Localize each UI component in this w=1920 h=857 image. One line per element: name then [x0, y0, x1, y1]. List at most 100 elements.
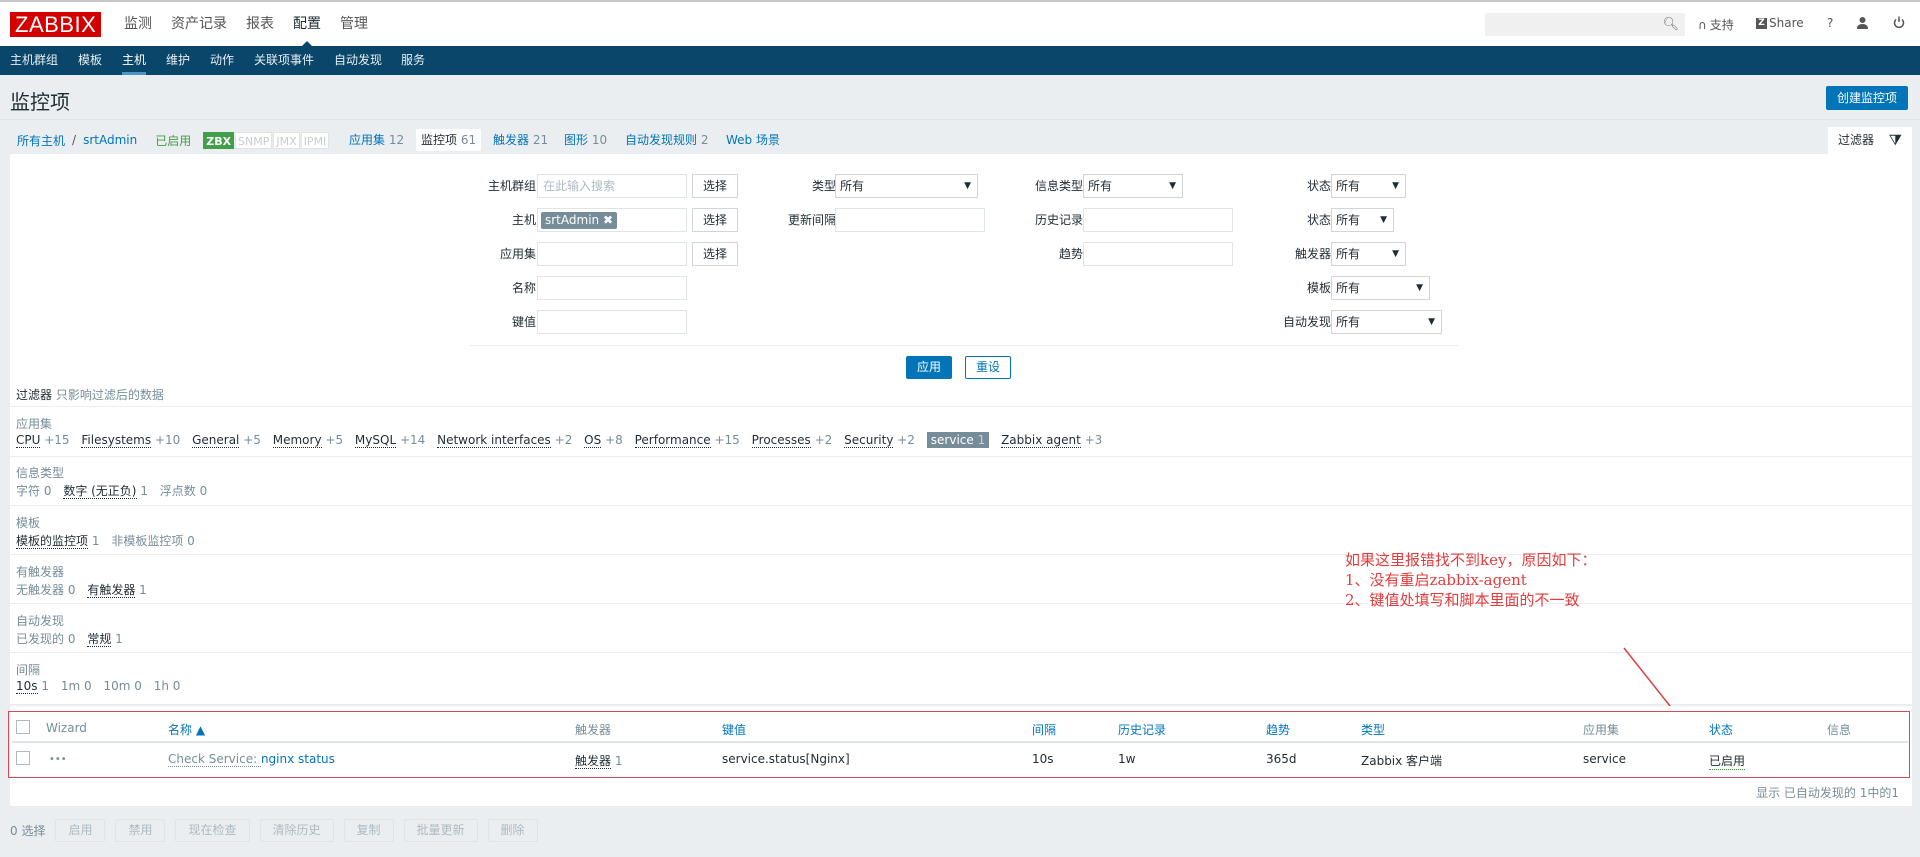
type-select[interactable]: 所有 ▼	[835, 174, 978, 198]
check-now-button[interactable]: 现在检查	[175, 819, 250, 842]
wizard-menu-button[interactable]: •••	[49, 754, 67, 765]
menu-administration[interactable]: 管理	[340, 14, 368, 34]
history-input[interactable]	[1083, 208, 1233, 232]
item-status-toggle[interactable]: 已启用	[1709, 752, 1746, 770]
select-all-checkbox[interactable]	[16, 720, 30, 734]
state-select[interactable]: 所有 ▼	[1331, 174, 1406, 198]
submenu-services[interactable]: 服务	[401, 52, 425, 68]
submenu-actions[interactable]: 动作	[210, 52, 234, 68]
host-group-select-button[interactable]: 选择	[692, 174, 738, 198]
template-select[interactable]: 所有 ▼	[1331, 276, 1430, 300]
info-type-select[interactable]: 所有 ▼	[1083, 174, 1183, 198]
apply-button[interactable]: 应用	[906, 356, 952, 379]
sign-out-button[interactable]	[1893, 16, 1905, 29]
search-icon[interactable]: 🔍︎	[1662, 17, 1679, 32]
key-input[interactable]	[537, 310, 687, 334]
subfilter-item: 无触发器 0	[16, 583, 76, 597]
update-interval-input[interactable]	[835, 208, 985, 232]
subfilter-item[interactable]: Filesystems +10	[81, 433, 180, 448]
zabbix-logo[interactable]: ZABBIX	[10, 12, 102, 37]
breadcrumb-host[interactable]: srtAdmin	[83, 133, 137, 147]
menu-monitoring[interactable]: 监测	[124, 14, 152, 34]
breadcrumb-all-hosts[interactable]: 所有主机	[17, 132, 65, 149]
subfilter-item[interactable]: 数字 (无正负) 1	[63, 484, 148, 499]
subfilter-item[interactable]: Processes +2	[751, 433, 832, 448]
col-type[interactable]: 类型	[1361, 721, 1385, 738]
subfilter-item[interactable]: 常规 1	[87, 632, 123, 647]
subfilter-item[interactable]: Memory +5	[272, 433, 343, 448]
tab-applications[interactable]: 应用集 12	[349, 129, 404, 151]
subfilter-item[interactable]: 有触发器 1	[87, 583, 147, 598]
col-status[interactable]: 状态	[1709, 721, 1733, 738]
item-template-link[interactable]: Check Service:	[168, 752, 261, 767]
delete-button[interactable]: 删除	[487, 819, 538, 842]
submenu-correlation[interactable]: 关联项事件	[254, 52, 314, 68]
divider	[10, 505, 1912, 506]
tab-web-scenarios[interactable]: Web 场景	[726, 129, 780, 151]
subfilter-item[interactable]: OS +8	[584, 433, 623, 448]
item-triggers-link[interactable]: 触发器	[575, 754, 612, 769]
tab-triggers[interactable]: 触发器 21	[493, 129, 548, 151]
help-button[interactable]: ?	[1827, 16, 1833, 30]
subfilter-item[interactable]: Zabbix agent +3	[1001, 433, 1102, 448]
subfilter-item[interactable]: MySQL +14	[354, 433, 425, 448]
application-select-button[interactable]: 选择	[692, 242, 738, 266]
tab-graphs[interactable]: 图形 10	[564, 129, 607, 151]
annotation-highlight-box	[8, 711, 1910, 778]
enable-button[interactable]: 启用	[55, 819, 106, 842]
row-checkbox[interactable]	[16, 751, 30, 765]
chevron-down-icon: ▼	[1392, 249, 1399, 259]
create-item-button[interactable]: 创建监控项	[1826, 86, 1909, 110]
col-history[interactable]: 历史记录	[1118, 721, 1166, 738]
power-icon	[1893, 16, 1905, 29]
subfilter-item[interactable]: General +5	[192, 433, 261, 448]
share-link[interactable]: Z Share	[1756, 16, 1804, 30]
search-input[interactable]: 🔍︎	[1485, 13, 1685, 36]
item-trends: 365d	[1266, 752, 1297, 766]
remove-chip-icon[interactable]: ✖	[603, 213, 613, 227]
subfilter-item[interactable]: Security +2	[844, 433, 915, 448]
tab-discovery-rules[interactable]: 自动发现规则 2	[625, 129, 708, 151]
subfilter-item: 非模板监控项 0	[111, 534, 195, 548]
col-key[interactable]: 键值	[722, 721, 746, 738]
triggers-select[interactable]: 所有 ▼	[1331, 242, 1406, 266]
filter-tab[interactable]: 过滤器 ⧩	[1828, 127, 1912, 154]
tab-items[interactable]: 监控项 61	[416, 129, 482, 151]
host-select-button[interactable]: 选择	[692, 208, 738, 232]
name-input[interactable]	[537, 276, 687, 300]
col-name[interactable]: 名称 ▲	[168, 721, 205, 738]
host-status[interactable]: 已启用	[155, 132, 191, 149]
user-profile-button[interactable]	[1856, 16, 1869, 29]
trends-input[interactable]	[1083, 242, 1233, 266]
mass-update-button[interactable]: 批量更新	[403, 819, 478, 842]
submenu-templates[interactable]: 模板	[78, 52, 102, 68]
application-input[interactable]	[537, 242, 687, 266]
subfilter-item: 已发现的 0	[16, 632, 76, 646]
discovery-select[interactable]: 所有 ▼	[1331, 310, 1442, 334]
subfilter-item[interactable]: Network interfaces +2	[437, 433, 572, 448]
menu-configuration[interactable]: 配置	[293, 14, 321, 48]
menu-reports[interactable]: 报表	[246, 14, 274, 34]
col-trends[interactable]: 趋势	[1266, 721, 1290, 738]
subfilter-item[interactable]: 模板的监控项 1	[16, 534, 99, 549]
subfilter-item[interactable]: Performance +15	[634, 433, 740, 448]
clear-history-button[interactable]: 清除历史	[259, 819, 334, 842]
submenu-host-groups[interactable]: 主机群组	[10, 52, 58, 68]
submenu-hosts[interactable]: 主机	[122, 52, 147, 75]
status-select[interactable]: 所有 ▼	[1331, 208, 1394, 232]
subfilter-item-selected[interactable]: service 1	[926, 432, 990, 448]
subfilter-item[interactable]: CPU +15	[16, 433, 70, 448]
item-name-link[interactable]: nginx status	[261, 752, 335, 766]
support-link[interactable]: ∩ 支持	[1698, 16, 1734, 33]
disable-button[interactable]: 禁用	[115, 819, 166, 842]
subfilter-item[interactable]: 10s 1	[16, 679, 49, 694]
col-interval[interactable]: 间隔	[1032, 721, 1056, 738]
copy-button[interactable]: 复制	[343, 819, 394, 842]
menu-inventory[interactable]: 资产记录	[171, 14, 227, 34]
reset-button[interactable]: 重设	[965, 356, 1011, 379]
divider	[0, 119, 1920, 120]
submenu-maintenance[interactable]: 维护	[166, 52, 190, 68]
submenu-discovery[interactable]: 自动发现	[334, 52, 382, 68]
host-group-input[interactable]: 在此输入搜索	[537, 174, 687, 198]
host-input[interactable]: srtAdmin ✖	[537, 208, 687, 232]
